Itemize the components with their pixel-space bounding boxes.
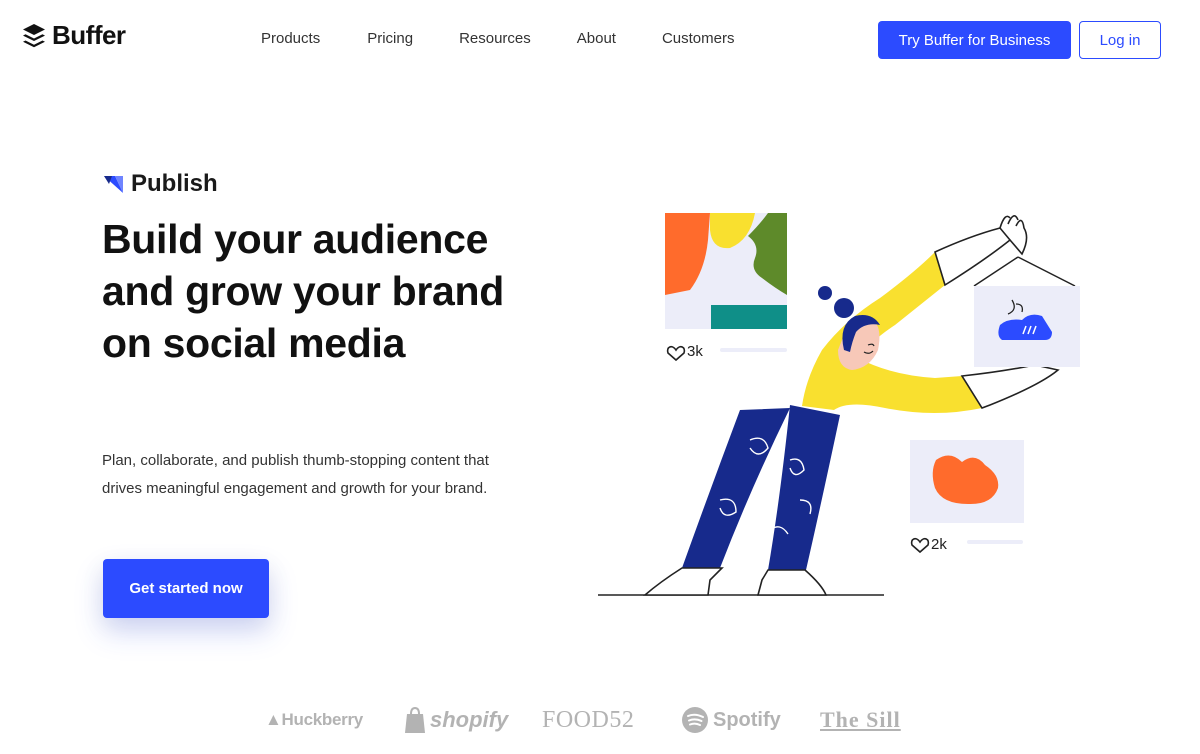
food52-logo: FOOD52 bbox=[542, 700, 634, 740]
nav-resources[interactable]: Resources bbox=[459, 30, 531, 47]
login-button[interactable]: Log in bbox=[1079, 21, 1161, 59]
spotify-text: Spotify bbox=[713, 708, 781, 731]
customer-logos: ▲ Huckberry shopify FOOD52 Spotify The S… bbox=[0, 700, 1200, 744]
likes-top-text: 3k bbox=[687, 343, 703, 360]
thesill-logo: The Sill bbox=[820, 700, 901, 740]
hero-subtext: Plan, collaborate, and publish thumb-sto… bbox=[102, 452, 489, 497]
food52-text: FOOD52 bbox=[542, 706, 635, 733]
shopify-logo: shopify bbox=[404, 700, 508, 740]
shoe-card bbox=[973, 256, 1080, 367]
nav-about[interactable]: About bbox=[577, 30, 616, 47]
thesill-text: The Sill bbox=[820, 707, 901, 732]
like-count-top: 3k bbox=[666, 343, 787, 362]
publish-label: Publish bbox=[131, 170, 218, 197]
shopify-bag-icon bbox=[405, 706, 425, 733]
site-header: Buffer Products Pricing Resources About … bbox=[0, 0, 1200, 80]
shopify-text: shopify bbox=[430, 707, 509, 732]
post-card-top bbox=[665, 213, 787, 329]
likes-bottom-text: 2k bbox=[931, 536, 947, 553]
logo-text: Buffer bbox=[52, 20, 126, 50]
try-business-button[interactable]: Try Buffer for Business bbox=[878, 21, 1071, 59]
illustration-svg: 3k 2k bbox=[598, 213, 1080, 596]
nav-pricing[interactable]: Pricing bbox=[367, 30, 413, 47]
hero-illustration: 3k 2k bbox=[590, 200, 1100, 610]
nav-customers[interactable]: Customers bbox=[662, 30, 735, 47]
like-count-bottom: 2k bbox=[910, 536, 1023, 554]
nav-products[interactable]: Products bbox=[261, 30, 320, 47]
spotify-logo: Spotify bbox=[681, 700, 781, 740]
huckberry-text: Huckberry bbox=[281, 710, 364, 729]
buffer-stack-icon bbox=[23, 23, 45, 47]
character-legs bbox=[642, 405, 840, 596]
publish-product-label: Publish bbox=[103, 170, 218, 198]
spotify-circle-icon bbox=[682, 707, 708, 733]
buffer-logo[interactable]: Buffer bbox=[22, 20, 126, 51]
post-card-bottom bbox=[910, 440, 1024, 523]
hero-headline: Build your audience and grow your brand … bbox=[102, 216, 505, 366]
main-nav: Products Pricing Resources About Custome… bbox=[261, 30, 735, 47]
huckberry-mountain-icon: ▲ bbox=[265, 710, 282, 729]
get-started-button[interactable]: Get started now bbox=[103, 559, 269, 618]
huckberry-logo: ▲ Huckberry bbox=[265, 700, 363, 740]
publish-icon bbox=[104, 176, 123, 193]
